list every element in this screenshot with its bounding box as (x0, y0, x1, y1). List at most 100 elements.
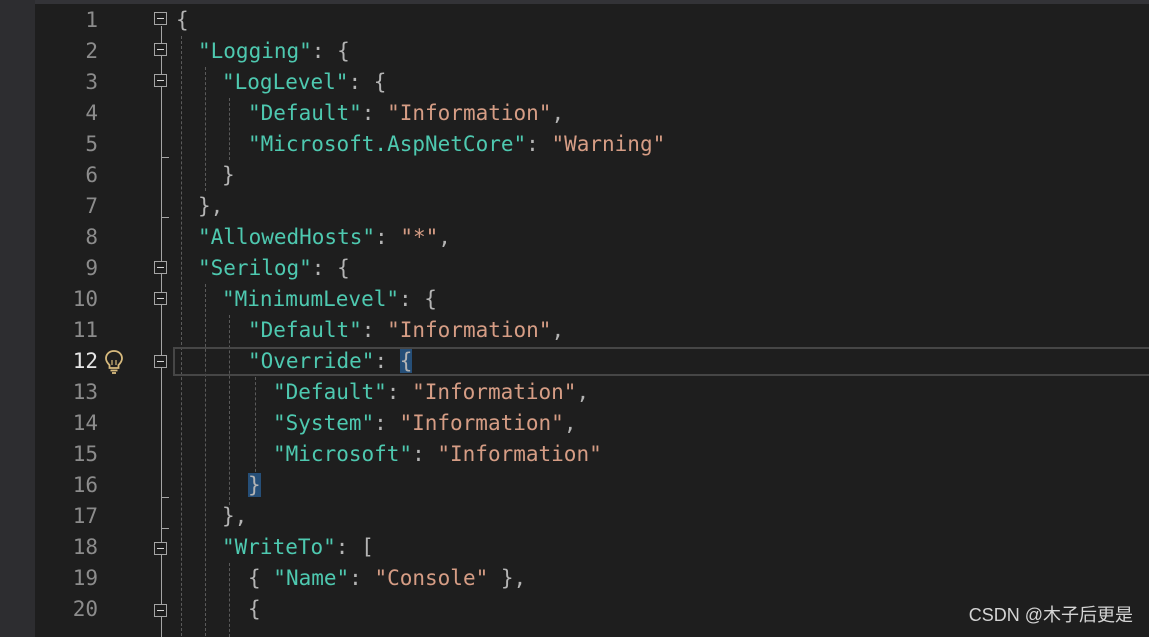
collapse-icon[interactable] (154, 604, 167, 617)
line-number: 1 (85, 8, 98, 32)
indent-guide (229, 563, 230, 637)
code-line-5[interactable]: "Microsoft.AspNetCore": "Warning" (248, 129, 665, 160)
matched-brace: { (399, 349, 413, 373)
punctuation: : { (311, 39, 350, 63)
code-line-16[interactable]: } (248, 470, 261, 501)
json-string: "Information" (399, 411, 564, 435)
json-key: "Name" (273, 566, 350, 590)
code-line-7[interactable]: }, (198, 191, 223, 222)
punctuation: : (361, 318, 388, 342)
indent-guide (255, 377, 256, 477)
line-number: 2 (85, 39, 98, 63)
code-line-2[interactable]: "Logging": { (198, 36, 350, 67)
json-string: "Information" (412, 380, 577, 404)
line-number: 7 (85, 194, 98, 218)
punctuation: }, (198, 194, 224, 218)
code-line-14[interactable]: "System": "Information", (273, 408, 576, 439)
json-string: "Warning" (551, 132, 666, 156)
punctuation: : { (348, 70, 387, 94)
line-number: 4 (85, 101, 98, 125)
lightbulb-icon[interactable] (102, 349, 126, 375)
punctuation: , (438, 225, 451, 249)
punctuation: , (576, 380, 590, 404)
code-line-20[interactable]: { (248, 594, 261, 625)
indent-guide (229, 98, 230, 160)
code-line-10[interactable]: "MinimumLevel": { (222, 284, 437, 315)
json-key: "Override" (248, 349, 375, 373)
punctuation: } (222, 163, 235, 187)
punctuation: , (551, 318, 565, 342)
json-key: "AllowedHosts" (198, 225, 376, 249)
punctuation: : [ (335, 535, 374, 559)
line-number: 13 (72, 380, 98, 404)
punctuation: { (248, 566, 274, 590)
code-line-19[interactable]: { "Name": "Console" }, (248, 563, 526, 594)
punctuation: : (349, 566, 375, 590)
code-line-18[interactable]: "WriteTo": [ (222, 532, 374, 563)
matched-brace: } (248, 473, 261, 497)
line-number: 6 (85, 163, 98, 187)
json-key: "System" (273, 411, 375, 435)
line-number: 20 (72, 597, 98, 621)
line-number: 18 (72, 535, 98, 559)
punctuation: : (361, 101, 388, 125)
line-number-current: 12 (72, 349, 98, 373)
code-line-9[interactable]: "Serilog": { (198, 253, 350, 284)
watermark: CSDN @木子后更是 (968, 605, 1133, 625)
code-line-17[interactable]: }, (222, 501, 247, 532)
punctuation: : (412, 442, 438, 466)
code-line-1[interactable]: { (176, 5, 189, 36)
punctuation: : { (399, 287, 437, 311)
code-line-8[interactable]: "AllowedHosts": "*", (198, 222, 451, 253)
json-key: "Logging" (198, 39, 312, 63)
line-number: 19 (72, 566, 98, 590)
collapse-icon[interactable] (154, 74, 167, 87)
json-string: "Console" (374, 566, 489, 590)
json-key: "Default" (273, 380, 387, 404)
json-key: "Default" (248, 318, 362, 342)
json-key: "Microsoft.AspNetCore" (248, 132, 527, 156)
line-number: 10 (72, 287, 98, 311)
line-number: 11 (72, 318, 98, 342)
line-number: 17 (72, 504, 98, 528)
code-editor[interactable]: 1 2 3 4 5 6 7 8 9 10 11 12 13 14 15 16 1… (0, 0, 1149, 637)
punctuation: : (374, 349, 400, 373)
code-line-3[interactable]: "LogLevel": { (222, 67, 386, 98)
editor-top-border (0, 0, 1149, 4)
json-string: "Information" (437, 442, 602, 466)
collapse-icon[interactable] (154, 12, 167, 25)
code-line-6[interactable]: } (222, 160, 235, 191)
punctuation: : (375, 225, 401, 249)
line-number: 5 (85, 132, 98, 156)
json-key: "Microsoft" (273, 442, 413, 466)
punctuation: }, (222, 504, 248, 528)
line-number: 8 (85, 225, 98, 249)
punctuation: , (551, 101, 565, 125)
code-line-15[interactable]: "Microsoft": "Information" (273, 439, 602, 470)
line-number: 15 (72, 442, 98, 466)
line-number: 16 (72, 473, 98, 497)
code-line-11[interactable]: "Default": "Information", (248, 315, 564, 346)
json-key: "LogLevel" (222, 70, 349, 94)
punctuation: { (248, 597, 261, 621)
code-line-13[interactable]: "Default": "Information", (273, 377, 589, 408)
indent-guide (205, 67, 206, 191)
collapse-icon[interactable] (154, 355, 167, 368)
json-key: "WriteTo" (222, 535, 336, 559)
json-key: "Serilog" (198, 256, 312, 280)
punctuation: { (176, 8, 189, 32)
collapse-icon[interactable] (154, 261, 167, 274)
punctuation: : { (311, 256, 350, 280)
code-line-4[interactable]: "Default": "Information", (248, 98, 564, 129)
code-line-12[interactable]: "Override": { (248, 346, 413, 377)
fold-end-marker (161, 217, 169, 218)
collapse-icon[interactable] (154, 292, 167, 305)
line-number: 3 (85, 70, 98, 94)
line-number: 14 (72, 411, 98, 435)
punctuation: }, (488, 566, 527, 590)
editor-left-margin (0, 0, 35, 637)
json-key: "Default" (248, 101, 362, 125)
indent-guide (229, 315, 230, 505)
collapse-icon[interactable] (154, 43, 167, 56)
collapse-icon[interactable] (154, 542, 167, 555)
